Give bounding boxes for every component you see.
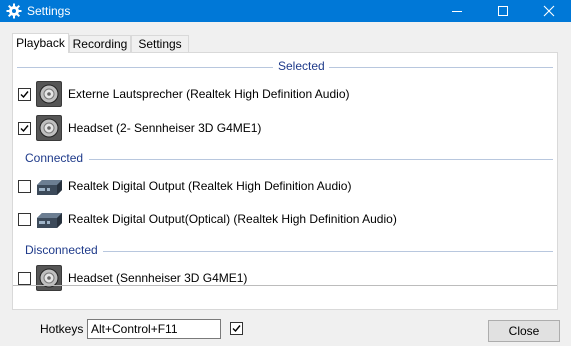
device-label: Headset (Sennheiser 3D G4ME1) <box>68 271 248 285</box>
device-label: Headset (2- Sennheiser 3D G4ME1) <box>68 121 262 135</box>
group-label-connected: Connected <box>22 151 87 165</box>
device-label: Realtek Digital Output(Optical) (Realtek… <box>68 212 397 226</box>
maximize-icon <box>498 6 508 16</box>
device-label: Externe Lautsprecher (Realtek High Defin… <box>68 87 350 101</box>
digital-output-icon <box>35 205 63 233</box>
group-label-disconnected: Disconnected <box>22 243 101 257</box>
speaker-icon <box>35 264 63 292</box>
speaker-icon <box>35 114 63 142</box>
list-divider <box>13 285 557 286</box>
device-list[interactable]: Selected Externe Lautsprecher (Realtek H… <box>13 53 557 291</box>
close-button[interactable]: Close <box>488 320 560 342</box>
minimize-icon <box>452 11 462 12</box>
device-label: Realtek Digital Output (Realtek High Def… <box>68 179 352 193</box>
close-window-button[interactable] <box>526 0 571 22</box>
checkmark-icon <box>20 125 29 133</box>
group-divider <box>89 159 553 160</box>
list-item[interactable]: Realtek Digital Output (Realtek High Def… <box>13 171 557 201</box>
tab-recording[interactable]: Recording <box>69 35 131 52</box>
minimize-button[interactable] <box>434 0 480 22</box>
tab-settings[interactable]: Settings <box>131 35 189 52</box>
checkmark-icon <box>20 91 29 99</box>
group-header-disconnected: Disconnected <box>13 243 557 259</box>
group-divider <box>329 67 553 68</box>
digital-output-icon <box>35 172 63 200</box>
tab-playback[interactable]: Playback <box>12 33 69 53</box>
device-checkbox[interactable] <box>18 88 31 101</box>
list-item[interactable]: Headset (Sennheiser 3D G4ME1) <box>13 263 557 293</box>
list-item[interactable]: Headset (2- Sennheiser 3D G4ME1) <box>13 113 557 143</box>
checkmark-icon <box>232 325 241 333</box>
list-item[interactable]: Realtek Digital Output(Optical) (Realtek… <box>13 204 557 234</box>
hotkeys-label: Hotkeys <box>40 322 84 336</box>
title-bar[interactable]: Settings <box>0 0 571 22</box>
device-checkbox[interactable] <box>18 213 31 226</box>
group-header-selected: Selected <box>13 59 557 75</box>
playback-panel: Selected Externe Lautsprecher (Realtek H… <box>12 52 558 310</box>
maximize-button[interactable] <box>480 0 526 22</box>
group-label-selected: Selected <box>275 59 328 73</box>
device-checkbox[interactable] <box>18 272 31 285</box>
group-divider <box>103 251 553 252</box>
device-checkbox[interactable] <box>18 180 31 193</box>
group-divider <box>17 67 273 68</box>
device-checkbox[interactable] <box>18 122 31 135</box>
hotkey-input[interactable] <box>87 319 221 339</box>
list-item[interactable]: Externe Lautsprecher (Realtek High Defin… <box>13 79 557 109</box>
hotkey-enabled-checkbox[interactable] <box>230 322 243 335</box>
group-header-connected: Connected <box>13 151 557 167</box>
close-icon <box>543 5 555 17</box>
window-title: Settings <box>27 4 71 18</box>
gear-icon <box>6 3 22 19</box>
speaker-icon <box>35 80 63 108</box>
